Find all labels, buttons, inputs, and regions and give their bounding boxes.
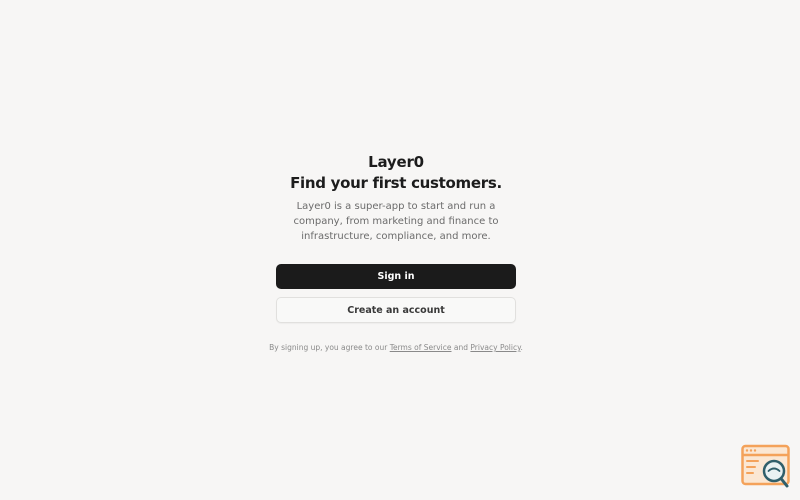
- brand-name: Layer0: [368, 153, 424, 171]
- legal-prefix: By signing up, you agree to our: [269, 343, 388, 352]
- search-window-icon: [741, 444, 790, 488]
- login-panel: Layer0 Find your first customers. Layer0…: [269, 150, 523, 352]
- page-headline: Find your first customers.: [290, 174, 502, 192]
- privacy-policy-link[interactable]: Privacy Policy: [470, 343, 520, 352]
- page-description: Layer0 is a super-app to start and run a…: [293, 201, 499, 242]
- help-widget-button[interactable]: [741, 444, 791, 490]
- legal-notice: By signing up, you agree to our Terms of…: [269, 343, 523, 352]
- legal-suffix: .: [520, 343, 523, 352]
- create-account-label: Create an account: [347, 304, 445, 316]
- sign-in-label: Sign in: [377, 271, 415, 282]
- sign-in-button[interactable]: Sign in: [276, 264, 516, 289]
- legal-conjunction: and: [453, 343, 469, 352]
- login-page: Layer0 Find your first customers. Layer0…: [0, 0, 800, 500]
- create-account-button[interactable]: Create an account: [276, 297, 516, 323]
- terms-of-service-link[interactable]: Terms of Service: [390, 343, 452, 352]
